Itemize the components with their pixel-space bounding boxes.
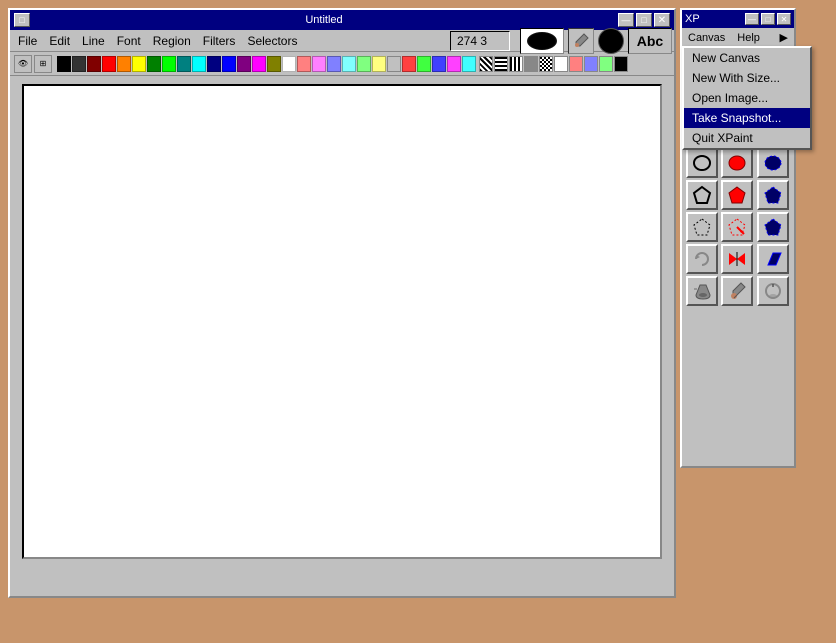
tools-window-title: XP <box>685 13 700 25</box>
coordinates-display: 274 3 <box>450 31 510 51</box>
tools-menu-scroll[interactable]: ▶ <box>774 28 794 47</box>
tool-preview-area: Abc <box>520 28 672 54</box>
tool-poly-dotted[interactable] <box>757 180 789 210</box>
menu-filters[interactable]: Filters <box>197 31 242 51</box>
color-lightgreen[interactable] <box>357 56 371 72</box>
tools-window: XP — □ ✕ Canvas Help ▶ New Canvas New Wi… <box>680 8 796 468</box>
tools-title-buttons: — □ ✕ <box>745 13 791 25</box>
tool-eyedropper[interactable] <box>721 276 753 306</box>
menu-selectors[interactable]: Selectors <box>241 31 303 51</box>
menu-quit-xpaint[interactable]: Quit XPaint <box>684 128 810 148</box>
title-bar-buttons: — □ ✕ <box>618 13 670 27</box>
tool-wand[interactable] <box>757 276 789 306</box>
color-medgreen[interactable] <box>417 56 431 72</box>
canvas-dropdown-menu: New Canvas New With Size... Open Image..… <box>682 46 812 150</box>
tool-oval-outline[interactable] <box>686 148 718 178</box>
canvas-container <box>10 76 674 567</box>
color-navy[interactable] <box>207 56 221 72</box>
menu-bar: File Edit Line Font Region Filters Selec… <box>10 30 674 52</box>
tool-flip[interactable] <box>721 244 753 274</box>
color-yellow[interactable] <box>132 56 146 72</box>
tool-oval-filled[interactable] <box>721 148 753 178</box>
color-lightyellow[interactable] <box>372 56 386 72</box>
menu-font[interactable]: Font <box>111 31 147 51</box>
grid-view-icon[interactable]: ⊞ <box>34 55 52 73</box>
view-icons: 👁 ⊞ <box>14 55 52 73</box>
tools-menu-canvas[interactable]: Canvas <box>682 28 731 47</box>
menu-open-image[interactable]: Open Image... <box>684 88 810 108</box>
color-olive[interactable] <box>267 56 281 72</box>
color-medcyan[interactable] <box>462 56 476 72</box>
brush-preview <box>520 28 564 54</box>
color-darkgreen[interactable] <box>147 56 161 72</box>
color-red[interactable] <box>102 56 116 72</box>
menu-take-snapshot[interactable]: Take Snapshot... <box>684 108 810 128</box>
tools-menu-bar: Canvas Help ▶ New Canvas New With Size..… <box>682 28 794 48</box>
color-maroon[interactable] <box>87 56 101 72</box>
tool-fuzzy-select[interactable] <box>757 212 789 242</box>
color-lightblue[interactable] <box>327 56 341 72</box>
color-blue[interactable] <box>222 56 236 72</box>
color-orange[interactable] <box>117 56 131 72</box>
close-button[interactable]: ✕ <box>654 13 670 27</box>
pattern-1[interactable] <box>479 56 493 72</box>
dropper-preview <box>568 28 594 54</box>
color-lightcyan[interactable] <box>342 56 356 72</box>
menu-line[interactable]: Line <box>76 31 111 51</box>
maximize-button[interactable]: □ <box>636 13 652 27</box>
drawing-canvas[interactable] <box>22 84 662 559</box>
menu-edit[interactable]: Edit <box>43 31 76 51</box>
tool-bucket[interactable] <box>686 276 718 306</box>
menu-file[interactable]: File <box>12 31 43 51</box>
brush-shape <box>527 32 557 50</box>
color-medpink[interactable] <box>447 56 461 72</box>
color-medblue[interactable] <box>432 56 446 72</box>
color-extra2[interactable] <box>584 56 598 72</box>
color-silver[interactable] <box>387 56 401 72</box>
color-cyan[interactable] <box>192 56 206 72</box>
menu-region[interactable]: Region <box>147 31 197 51</box>
foreground-color[interactable] <box>598 28 624 54</box>
pattern-area <box>479 56 568 72</box>
pattern-4[interactable] <box>524 56 538 72</box>
color-extra4[interactable] <box>614 56 628 72</box>
color-black[interactable] <box>57 56 71 72</box>
pattern-3[interactable] <box>509 56 523 72</box>
pattern-5[interactable] <box>539 56 553 72</box>
color-lime[interactable] <box>162 56 176 72</box>
main-window: □ Untitled — □ ✕ File Edit Line Font Reg… <box>8 8 676 598</box>
minimize-button[interactable]: — <box>618 13 634 27</box>
tool-poly-outline[interactable] <box>686 180 718 210</box>
window-title: Untitled <box>30 14 618 26</box>
palette-row: 👁 ⊞ <box>10 52 674 76</box>
color-magenta[interactable] <box>252 56 266 72</box>
color-white[interactable] <box>282 56 296 72</box>
color-coral[interactable] <box>402 56 416 72</box>
tools-maximize-button[interactable]: □ <box>761 13 775 25</box>
tools-title-bar: XP — □ ✕ <box>682 10 794 28</box>
tool-poly-filled[interactable] <box>721 180 753 210</box>
tools-menu-help[interactable]: Help <box>731 28 766 47</box>
menu-new-canvas[interactable]: New Canvas <box>684 48 810 68</box>
color-lightpink[interactable] <box>312 56 326 72</box>
pattern-6[interactable] <box>554 56 568 72</box>
tool-select-rect[interactable] <box>686 212 718 242</box>
text-tool-preview[interactable]: Abc <box>628 28 672 54</box>
tool-select-arrow[interactable] <box>721 212 753 242</box>
pattern-2[interactable] <box>494 56 508 72</box>
color-extra1[interactable] <box>569 56 583 72</box>
color-teal[interactable] <box>177 56 191 72</box>
tool-rotate[interactable] <box>686 244 718 274</box>
tools-minimize-button[interactable]: — <box>745 13 759 25</box>
window-icon[interactable]: □ <box>14 13 30 27</box>
tool-oval-dotted[interactable] <box>757 148 789 178</box>
zoom-view-icon[interactable]: 👁 <box>14 55 32 73</box>
tool-skew[interactable] <box>757 244 789 274</box>
tools-close-button[interactable]: ✕ <box>777 13 791 25</box>
color-darkgray[interactable] <box>72 56 86 72</box>
color-purple[interactable] <box>237 56 251 72</box>
color-lightred[interactable] <box>297 56 311 72</box>
menu-new-with-size[interactable]: New With Size... <box>684 68 810 88</box>
color-extra3[interactable] <box>599 56 613 72</box>
